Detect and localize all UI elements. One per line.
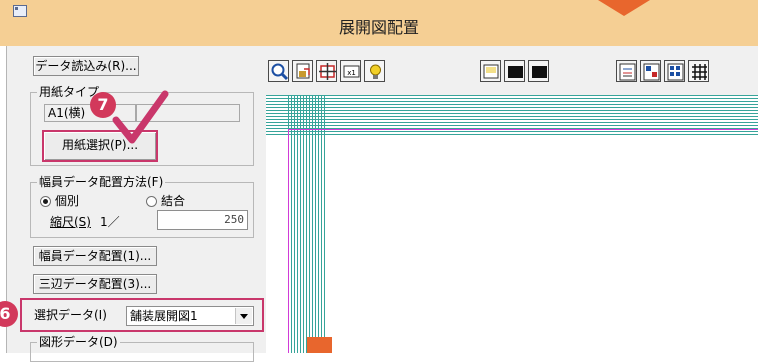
data-load-button[interactable]: データ読込み(R)... bbox=[33, 56, 139, 76]
grid-icon[interactable] bbox=[688, 60, 709, 82]
fit-icon[interactable]: x1 bbox=[340, 60, 361, 82]
shape-data-label: 図形データ(D) bbox=[37, 335, 120, 349]
light-bulb-icon[interactable] bbox=[364, 60, 385, 82]
move-icon[interactable] bbox=[316, 60, 337, 82]
fill-rect-icon[interactable] bbox=[504, 60, 525, 82]
list-icon[interactable] bbox=[616, 60, 637, 82]
select-data-value: 舗装展開図1 bbox=[130, 309, 198, 323]
data-load-label: データ読込み(R)... bbox=[35, 59, 137, 73]
table-color-icon[interactable] bbox=[640, 60, 661, 82]
paper-outline bbox=[288, 129, 758, 353]
scale-label: 縮尺(S) bbox=[50, 215, 91, 229]
fill-rect-2-icon[interactable] bbox=[528, 60, 549, 82]
width-data-place-label: 幅員データ配置(1)... bbox=[38, 249, 152, 263]
chevron-down-icon[interactable] bbox=[235, 308, 252, 324]
frame-icon[interactable] bbox=[480, 60, 501, 82]
radio-individual-label: 個別 bbox=[55, 194, 80, 208]
three-side-place-label: 三辺データ配置(3)... bbox=[38, 277, 152, 291]
three-side-place-button[interactable]: 三辺データ配置(3)... bbox=[33, 274, 157, 294]
table-grid-icon[interactable] bbox=[664, 60, 685, 82]
scale-prefix: 1／ bbox=[100, 215, 120, 229]
placement-method-label: 幅員データ配置方法(F) bbox=[37, 175, 166, 189]
select-data-dropdown[interactable]: 舗装展開図1 bbox=[126, 306, 254, 326]
select-data-label: 選択データ(I) bbox=[34, 308, 107, 322]
scale-input[interactable]: 250 bbox=[157, 210, 248, 230]
check-mark-icon bbox=[112, 90, 169, 144]
window-title: 展開図配置 bbox=[338, 18, 419, 37]
radio-combine[interactable] bbox=[146, 196, 157, 207]
radio-individual[interactable] bbox=[40, 196, 51, 207]
width-data-place-button[interactable]: 幅員データ配置(1)... bbox=[33, 246, 157, 266]
arrow-marker bbox=[307, 337, 332, 353]
import-icon[interactable] bbox=[292, 60, 313, 82]
arrow-down-icon bbox=[598, 0, 650, 16]
radio-combine-label: 結合 bbox=[161, 194, 186, 208]
zoom-icon[interactable] bbox=[268, 60, 289, 82]
svg-text:x1: x1 bbox=[347, 69, 356, 77]
